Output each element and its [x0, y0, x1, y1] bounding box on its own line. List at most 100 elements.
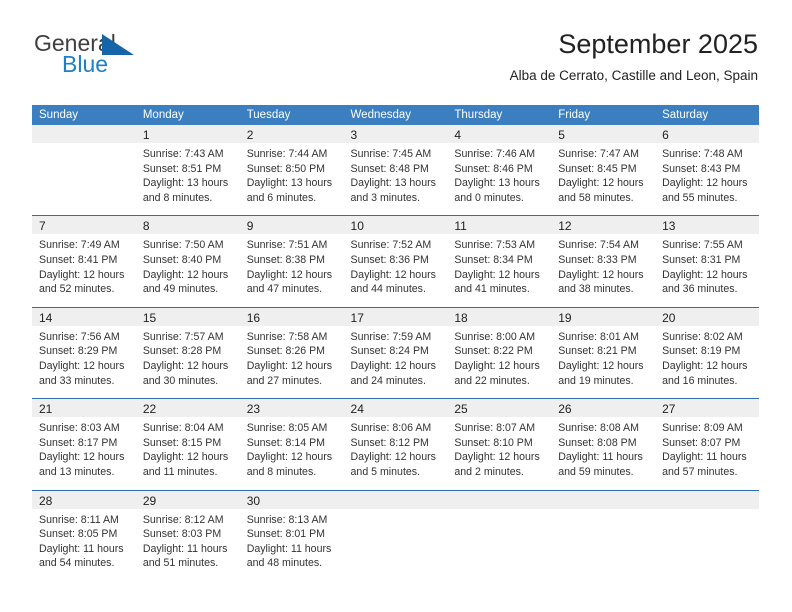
day-number: 27 [655, 399, 759, 418]
title-block: September 2025 Alba de Cerrato, Castille… [510, 28, 758, 85]
day-cell[interactable]: 8 Sunrise: 7:50 AM Sunset: 8:40 PM Daylight… [135, 215, 240, 308]
day-number: 3 [343, 125, 448, 143]
day-number: 18 [447, 307, 552, 326]
day-number: 9 [239, 216, 344, 235]
day-number: 20 [655, 307, 759, 326]
day-cell[interactable]: 22 Sunrise: 8:04 AM Sunset: 8:15 PM Dayligh… [135, 398, 240, 490]
sunset-text: Sunset: 8:40 PM [142, 253, 222, 266]
day-number: 25 [447, 399, 552, 418]
general-blue-logo[interactable]: General Blue [34, 30, 254, 82]
day-cell[interactable]: 26 Sunrise: 8:08 AM Sunset: 8:08 PM Dayligh… [551, 398, 656, 490]
sunset-text: Sunset: 8:31 PM [662, 253, 741, 266]
sunrise-text: Sunrise: 7:55 AM [662, 239, 743, 252]
sunset-text: Sunset: 8:07 PM [662, 436, 741, 449]
day-details: Sunrise: 7:55 AM Sunset: 8:31 PM Daylight:… [655, 234, 759, 306]
day-cell[interactable]: 18 Sunrise: 8:00 AM Sunset: 8:22 PM Dayligh… [447, 306, 552, 399]
day-number: 22 [135, 399, 240, 418]
day-cell[interactable]: 19 Sunrise: 8:01 AM Sunset: 8:21 PM Dayligh… [551, 306, 656, 399]
day-cell[interactable]: 24 Sunrise: 8:06 AM Sunset: 8:12 PM Dayligh… [343, 398, 448, 490]
day-cell[interactable]: 17 Sunrise: 7:59 AM Sunset: 8:24 PM Dayligh… [343, 306, 448, 399]
daylight-text: Daylight: 12 hours and 24 minutes. [350, 359, 436, 387]
sunset-text: Sunset: 8:29 PM [39, 345, 118, 358]
day-cell[interactable]: 16 Sunrise: 7:58 AM Sunset: 8:26 PM Dayligh… [239, 306, 344, 399]
daylight-text: Daylight: 12 hours and 38 minutes. [558, 268, 644, 296]
sunset-text: Sunset: 8:33 PM [558, 253, 637, 266]
sunrise-text: Sunrise: 7:56 AM [39, 330, 120, 343]
day-number: 6 [655, 125, 759, 143]
day-number: 24 [343, 399, 448, 418]
sunrise-text: Sunrise: 7:54 AM [558, 239, 639, 252]
day-details: Sunrise: 8:07 AM Sunset: 8:10 PM Daylight:… [447, 417, 551, 489]
daylight-text: Daylight: 12 hours and 19 minutes. [558, 359, 644, 387]
day-cell[interactable]: 15 Sunrise: 7:57 AM Sunset: 8:28 PM Dayligh… [135, 306, 240, 399]
day-cell[interactable]: 11 Sunrise: 7:53 AM Sunset: 8:34 PM Dayligh… [447, 215, 552, 308]
day-cell[interactable]: 23 Sunrise: 8:05 AM Sunset: 8:14 PM Dayligh… [239, 398, 344, 490]
day-number: 10 [343, 216, 448, 235]
day-number [447, 490, 552, 509]
week-row: 1 Sunrise: 7:43 AM Sunset: 8:51 PM Daylight… [32, 125, 759, 216]
sunrise-text: Sunrise: 7:49 AM [39, 239, 120, 252]
day-cell[interactable]: 6 Sunrise: 7:48 AM Sunset: 8:43 PM Daylight… [655, 125, 759, 216]
day-cell[interactable]: 9 Sunrise: 7:51 AM Sunset: 8:38 PM Daylight… [239, 215, 344, 308]
day-cell[interactable]: 5 Sunrise: 7:47 AM Sunset: 8:45 PM Daylight… [551, 125, 656, 216]
sunrise-text: Sunrise: 7:59 AM [350, 330, 432, 343]
day-cell[interactable]: 29 Sunrise: 8:12 AM Sunset: 8:03 PM Dayligh… [135, 489, 240, 581]
week-row: 21 Sunrise: 8:03 AM Sunset: 8:17 PM Dayligh… [32, 398, 759, 490]
day-cell[interactable]: 13 Sunrise: 7:55 AM Sunset: 8:31 PM Dayligh… [655, 215, 759, 308]
day-number: 5 [551, 125, 656, 143]
sunset-text: Sunset: 8:17 PM [39, 436, 118, 449]
sunset-text: Sunset: 8:08 PM [558, 436, 637, 449]
day-cell[interactable] [551, 489, 656, 581]
day-number: 15 [135, 307, 240, 326]
day-cell[interactable]: 28 Sunrise: 8:11 AM Sunset: 8:05 PM Dayligh… [32, 489, 136, 581]
day-cell[interactable] [32, 125, 136, 216]
sunrise-text: Sunrise: 7:46 AM [454, 148, 536, 160]
day-cell[interactable]: 4 Sunrise: 7:46 AM Sunset: 8:46 PM Daylight… [447, 125, 552, 216]
day-details: Sunrise: 8:11 AM Sunset: 8:05 PM Daylight:… [32, 509, 136, 581]
sunset-text: Sunset: 8:05 PM [39, 528, 118, 541]
sunset-text: Sunset: 8:24 PM [350, 345, 429, 358]
day-details: Sunrise: 7:58 AM Sunset: 8:26 PM Daylight:… [240, 326, 344, 398]
day-details [32, 143, 136, 157]
day-cell[interactable]: 2 Sunrise: 7:44 AM Sunset: 8:50 PM Daylight… [239, 125, 344, 216]
daylight-text: Daylight: 12 hours and 27 minutes. [246, 359, 333, 387]
day-details: Sunrise: 8:04 AM Sunset: 8:15 PM Daylight:… [136, 417, 240, 489]
day-number: 11 [447, 216, 552, 235]
day-cell[interactable]: 27 Sunrise: 8:09 AM Sunset: 8:07 PM Dayligh… [655, 398, 759, 490]
daylight-text: Daylight: 12 hours and 55 minutes. [662, 177, 748, 204]
sunrise-text: Sunrise: 8:04 AM [142, 422, 224, 435]
sunrise-text: Sunrise: 7:57 AM [142, 330, 224, 343]
day-cell[interactable] [447, 489, 552, 581]
sunrise-text: Sunrise: 7:48 AM [662, 148, 743, 160]
day-cell[interactable]: 10 Sunrise: 7:52 AM Sunset: 8:36 PM Dayligh… [343, 215, 448, 308]
day-cell[interactable]: 1 Sunrise: 7:43 AM Sunset: 8:51 PM Daylight… [135, 125, 240, 216]
day-number: 29 [135, 490, 240, 509]
daylight-text: Daylight: 11 hours and 51 minutes. [142, 542, 228, 570]
sunset-text: Sunset: 8:22 PM [454, 345, 533, 358]
page-title: September 2025 [558, 29, 758, 59]
day-cell[interactable]: 21 Sunrise: 8:03 AM Sunset: 8:17 PM Dayligh… [32, 398, 136, 490]
daylight-text: Daylight: 12 hours and 58 minutes. [558, 177, 644, 204]
sunset-text: Sunset: 8:48 PM [350, 162, 429, 175]
day-number: 28 [32, 490, 136, 509]
day-details: Sunrise: 8:03 AM Sunset: 8:17 PM Daylight:… [32, 417, 136, 489]
day-number: 19 [551, 307, 656, 326]
sunrise-text: Sunrise: 8:03 AM [39, 422, 120, 435]
sunrise-text: Sunrise: 8:08 AM [558, 422, 639, 435]
calendar-head: Sunday Monday Tuesday Wednesday Thursday… [32, 105, 759, 125]
day-details: Sunrise: 7:50 AM Sunset: 8:40 PM Daylight:… [136, 234, 240, 306]
day-cell[interactable]: 14 Sunrise: 7:56 AM Sunset: 8:29 PM Dayligh… [32, 306, 136, 399]
day-cell[interactable]: 3 Sunrise: 7:45 AM Sunset: 8:48 PM Daylight… [343, 125, 448, 216]
weekday-header-tuesday: Tuesday [239, 105, 344, 125]
sunrise-text: Sunrise: 8:07 AM [454, 422, 536, 435]
day-cell[interactable]: 25 Sunrise: 8:07 AM Sunset: 8:10 PM Dayligh… [447, 398, 552, 490]
day-cell[interactable]: 20 Sunrise: 8:02 AM Sunset: 8:19 PM Dayligh… [655, 306, 759, 399]
day-number: 2 [239, 125, 344, 143]
day-cell[interactable]: 30 Sunrise: 8:13 AM Sunset: 8:01 PM Dayligh… [239, 489, 344, 581]
day-cell[interactable] [655, 489, 759, 581]
day-cell[interactable] [343, 489, 448, 581]
day-cell[interactable]: 12 Sunrise: 7:54 AM Sunset: 8:33 PM Dayligh… [551, 215, 656, 308]
day-cell[interactable]: 7 Sunrise: 7:49 AM Sunset: 8:41 PM Daylight… [32, 215, 136, 308]
daylight-text: Daylight: 12 hours and 49 minutes. [142, 268, 229, 296]
calendar-table: Sunday Monday Tuesday Wednesday Thursday… [32, 105, 759, 581]
